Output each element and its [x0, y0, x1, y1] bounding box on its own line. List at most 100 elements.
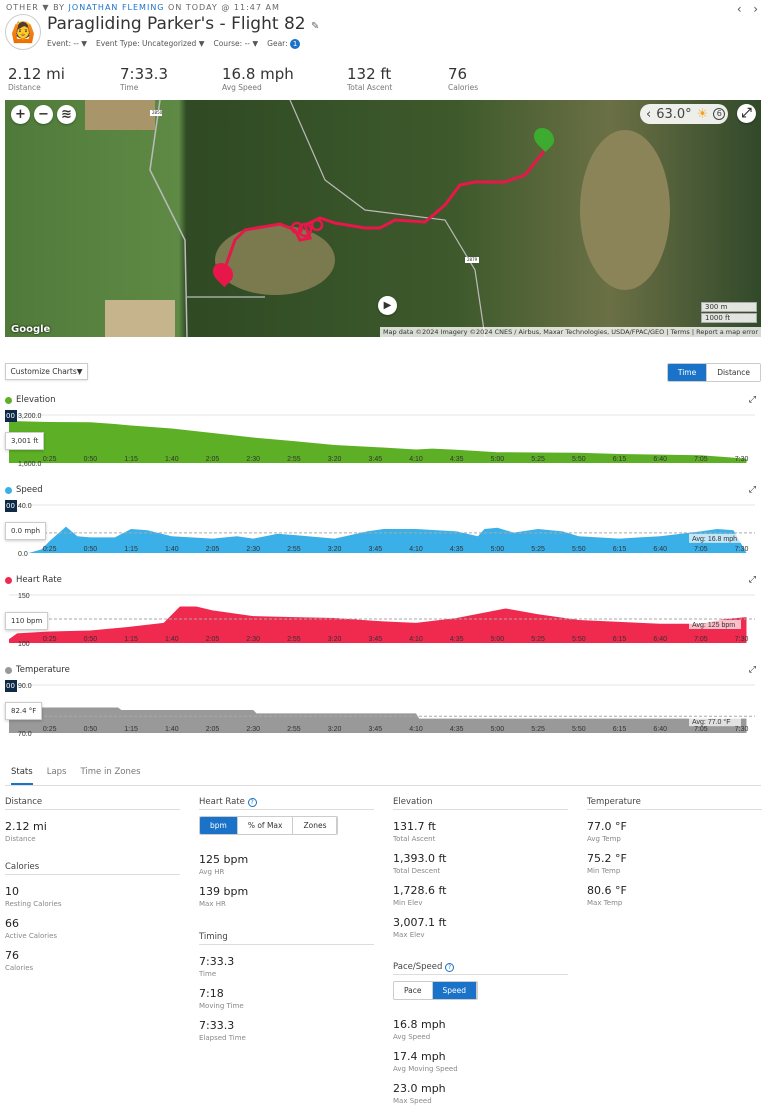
unit-toggle: Pace Speed	[393, 981, 479, 1000]
tab-laps[interactable]: Laps	[47, 767, 67, 785]
customize-charts-button[interactable]: Customize Charts ▼	[5, 363, 88, 380]
stat-item: 75.2 °F Min Temp	[587, 852, 762, 875]
x-tick-label: 6:15	[613, 456, 627, 463]
x-tick-label: 5:50	[572, 726, 586, 733]
expand-chart-icon[interactable]: ⤢	[749, 485, 756, 495]
x-tick-label: 1:40	[165, 726, 179, 733]
summary-value: 16.8 mph	[222, 65, 294, 83]
zoom-out-button[interactable]: −	[34, 105, 53, 124]
toggle-pace[interactable]: Pace	[394, 982, 433, 999]
event-dropdown[interactable]: Event: -- ▼	[47, 39, 87, 49]
chart-0[interactable]: 0:25 0:50 1:15 1:40 2:05 2:30 2:55 3:20 3:45 4:10…	[0, 408, 768, 488]
stat-value: 139 bpm	[199, 885, 249, 898]
report-map-error-link[interactable]: Report a map error	[696, 328, 758, 336]
avg-label: Avg: 77.0 °F	[692, 718, 730, 726]
fullscreen-icon[interactable]: ⤢	[737, 104, 756, 123]
x-tick-label: 7:05	[694, 636, 708, 643]
expand-chart-icon[interactable]: ⤢	[749, 665, 756, 675]
map-attribution: Map data ©2024 Imagery ©2024 CNES / Airb…	[379, 327, 761, 337]
time-toggle[interactable]: Time	[667, 364, 708, 381]
caret-down-icon[interactable]: ▼	[42, 3, 49, 12]
x-tick-label: 0:25	[43, 726, 57, 733]
chevron-left-icon[interactable]: ‹	[646, 107, 651, 122]
summary-label: Distance	[8, 83, 41, 92]
x-tick-label: 3:45	[368, 636, 382, 643]
nav-arrows: ‹ ›	[737, 2, 758, 16]
x-tick-label: 4:10	[409, 456, 423, 463]
summary-label: Total Ascent	[347, 83, 393, 92]
toggle-zones[interactable]: Zones	[293, 817, 338, 834]
stat-value: 131.7 ft	[393, 820, 436, 833]
expand-chart-icon[interactable]: ⤢	[749, 395, 756, 405]
section-title: Temperature	[587, 797, 762, 810]
play-button[interactable]: ▶	[378, 296, 397, 315]
stat-item: 77.0 °F Avg Temp	[587, 820, 762, 843]
prev-arrow-icon[interactable]: ‹	[737, 2, 742, 16]
toggle-bpm[interactable]: bpm	[200, 817, 238, 834]
summary-stat: 7:33.3 Time	[120, 65, 168, 92]
expand-chart-icon[interactable]: ⤢	[749, 575, 756, 585]
course-dropdown[interactable]: Course: -- ▼	[213, 39, 258, 49]
zoom-in-button[interactable]: +	[11, 105, 30, 124]
chart-title: Speed	[5, 485, 43, 495]
summary-value: 76	[448, 65, 468, 83]
tab-time-in-zones[interactable]: Time in Zones	[80, 767, 140, 785]
terms-link[interactable]: Terms	[671, 328, 690, 336]
stat-value: 125 bpm	[199, 853, 249, 866]
event-type-dropdown[interactable]: Event Type: Uncategorized ▼	[96, 39, 205, 49]
chart-3[interactable]: Avg: 77.0 °F 0:25 0:50 1:15 1:40 2:05 2:30 2:55…	[0, 678, 768, 758]
distance-toggle[interactable]: Distance	[707, 364, 760, 381]
stat-item: 7:33.3 Time	[199, 955, 374, 978]
x-tick-label: 4:35	[450, 546, 464, 553]
cursor-tag: 00	[5, 680, 17, 692]
x-tick-label: 1:15	[124, 456, 138, 463]
stat-label: Avg Speed	[393, 1033, 431, 1041]
x-tick-label: 0:50	[84, 636, 98, 643]
stat-label: Moving Time	[199, 1002, 244, 1010]
stat-item: 131.7 ft Total Ascent	[393, 820, 568, 843]
help-icon[interactable]: ?	[247, 798, 257, 807]
chart-2[interactable]: Avg: 125 bpm 0:25 0:50 1:15 1:40 2:05 2:30 2:55…	[0, 588, 768, 668]
stat-item: 23.0 mph Max Speed	[393, 1082, 568, 1105]
stats-section-temperature: Temperature 77.0 °F Avg Temp 75.2 °F Min Tem…	[587, 797, 762, 907]
toggle--of-max[interactable]: % of Max	[237, 817, 294, 834]
edit-pencil-icon[interactable]: ✎	[311, 21, 319, 32]
summary-label: Time	[120, 83, 139, 92]
x-tick-label: 2:55	[287, 456, 301, 463]
x-tick-label: 6:40	[653, 456, 667, 463]
x-tick-label: 4:35	[450, 726, 464, 733]
road-label: 2850	[152, 110, 163, 115]
stats-section-pace_speed: Pace/Speed ? Pace Speed 16.8 mph Avg Speed 17…	[393, 962, 568, 1105]
author-link[interactable]: JONATHAN FLEMING	[69, 3, 165, 12]
section-title: Calories	[5, 862, 180, 875]
chart-1[interactable]: Avg: 16.8 mph 0:25 0:50 1:15 1:40 2:05 2:30 2:5…	[0, 498, 768, 578]
tab-stats[interactable]: Stats	[11, 767, 33, 785]
gear-link[interactable]: Gear: 1	[267, 39, 301, 49]
activity-type[interactable]: OTHER	[6, 3, 39, 12]
x-tick-label: 5:25	[531, 726, 545, 733]
x-tick-label: 6:40	[653, 636, 667, 643]
stat-value: 7:33.3	[199, 955, 235, 968]
chart-tooltip: 3,001 ft	[5, 431, 45, 450]
y-tick-bottom: 70.0	[18, 731, 32, 738]
time-text: 11:47 AM	[233, 3, 280, 12]
x-tick-label: 4:10	[409, 726, 423, 733]
stat-label: Max Speed	[393, 1097, 432, 1105]
help-icon[interactable]: ?	[445, 963, 455, 972]
layers-icon[interactable]: ≋	[57, 105, 76, 124]
stat-item: 7:18 Moving Time	[199, 987, 374, 1010]
chart-title: Temperature	[5, 665, 70, 675]
stat-item: 1,393.0 ft Total Descent	[393, 852, 568, 875]
toggle-speed[interactable]: Speed	[432, 982, 478, 999]
x-tick-label: 4:35	[450, 456, 464, 463]
x-tick-label: 3:20	[328, 546, 342, 553]
x-tick-label: 6:15	[613, 636, 627, 643]
stat-value: 10	[5, 885, 19, 898]
summary-stat: 16.8 mph Avg Speed	[222, 65, 294, 92]
next-arrow-icon[interactable]: ›	[753, 2, 758, 16]
x-tick-label: 2:30	[246, 726, 260, 733]
map[interactable]: 2850 2879 + − ≋ ‹ 63.0° ☀ 6 ⤢ ▶ 300 m 1000 ft …	[5, 100, 761, 337]
x-tick-label: 1:15	[124, 636, 138, 643]
weather-widget[interactable]: ‹ 63.0° ☀ 6	[640, 104, 728, 124]
stat-value: 76	[5, 949, 19, 962]
